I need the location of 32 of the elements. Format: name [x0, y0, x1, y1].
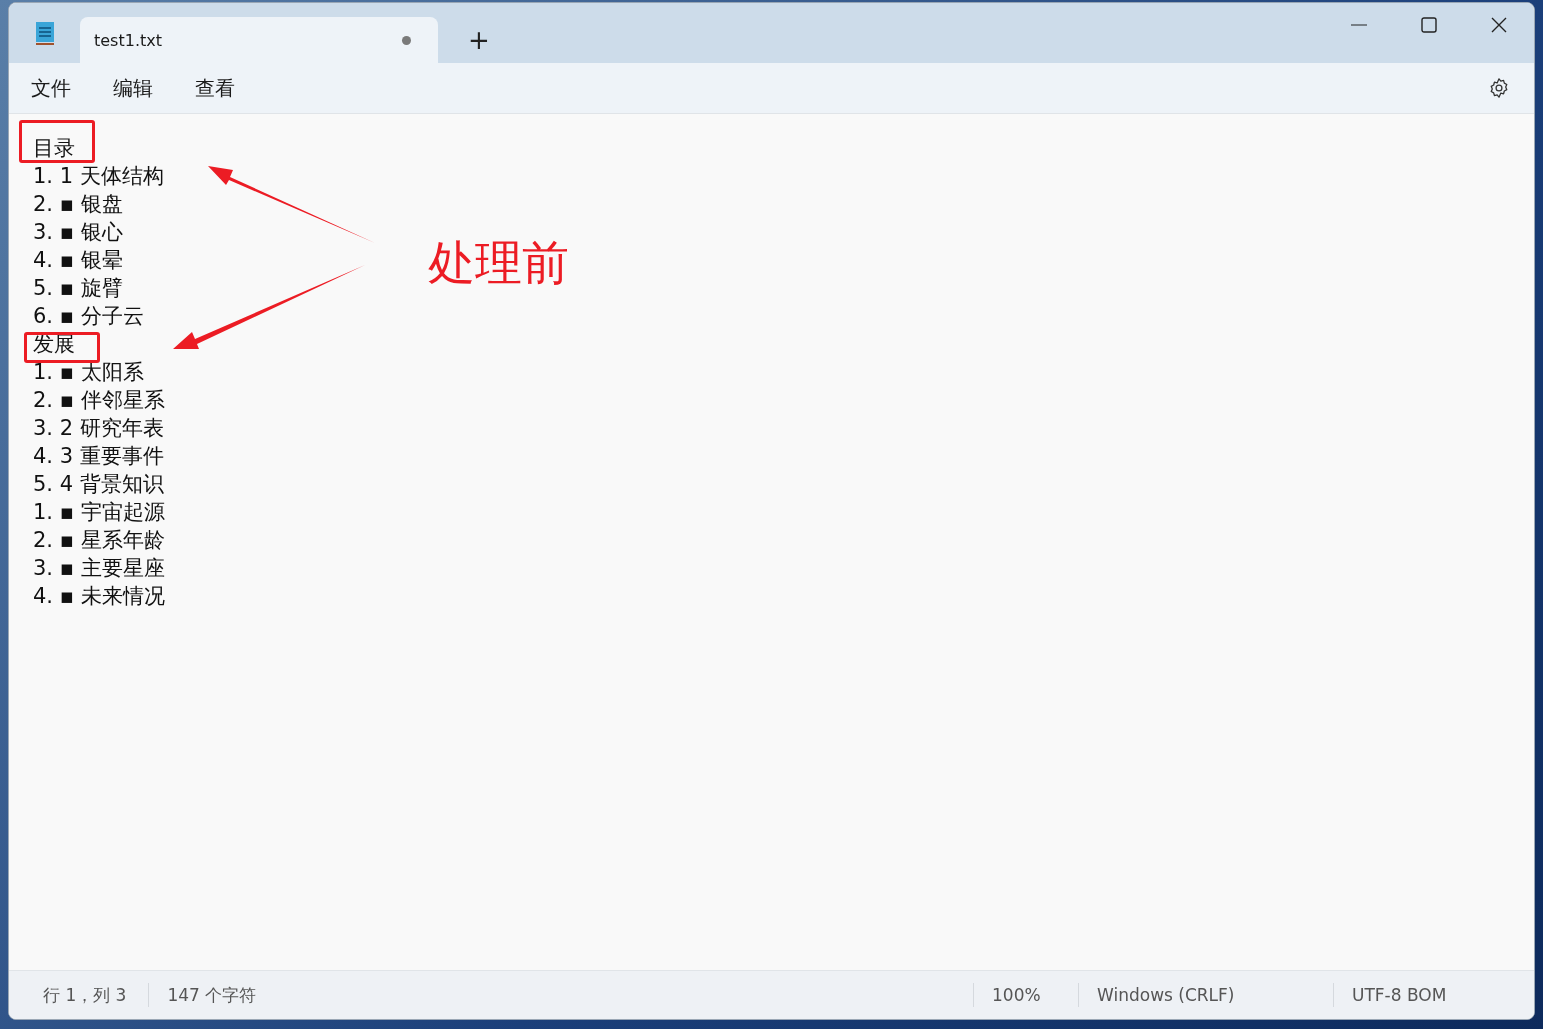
cursor-position: 行 1，列 3	[42, 984, 128, 1007]
menu-item[interactable]: 编辑	[103, 68, 163, 108]
text-line: 4. ▪ 未来情况	[33, 583, 165, 610]
new-tab-button[interactable]: +	[464, 25, 494, 55]
text-line: 2. ▪ 银盘	[33, 191, 123, 218]
text-line: 2. ▪ 星系年龄	[33, 527, 165, 554]
text-line: 1. ▪ 太阳系	[33, 359, 144, 386]
text-line: 1. 1 天体结构	[33, 163, 164, 190]
menu-item[interactable]: 查看	[185, 68, 245, 108]
text-line: 发展	[33, 331, 75, 358]
text-line: 5. ▪ 旋臂	[33, 275, 123, 302]
text-line: 5. 4 背景知识	[33, 471, 164, 498]
line-ending: Windows (CRLF)	[1078, 983, 1333, 1007]
text-line: 2. ▪ 伴邻星系	[33, 387, 165, 414]
encoding: UTF-8 BOM	[1333, 983, 1534, 1007]
text-line: 4. 3 重要事件	[33, 443, 164, 470]
text-line: 目录	[33, 135, 75, 162]
text-line: 3. ▪ 主要星座	[33, 555, 165, 582]
text-line: 6. ▪ 分子云	[33, 303, 144, 330]
settings-icon[interactable]	[1488, 77, 1510, 99]
annotation-label: 处理前	[428, 234, 569, 292]
text-line: 3. ▪ 银心	[33, 219, 123, 246]
character-count: 147 个字符	[148, 983, 279, 1007]
file-tab[interactable]: test1.txt	[80, 17, 438, 63]
text-line: 1. ▪ 宇宙起源	[33, 499, 165, 526]
maximize-icon[interactable]	[1421, 17, 1437, 33]
text-line: 4. ▪ 银晕	[33, 247, 123, 274]
text-line: 3. 2 研究年表	[33, 415, 164, 442]
close-icon[interactable]	[1491, 17, 1507, 33]
notepad-icon	[35, 20, 55, 46]
zoom-level: 100%	[973, 983, 1078, 1007]
menu-item[interactable]: 文件	[21, 68, 81, 108]
